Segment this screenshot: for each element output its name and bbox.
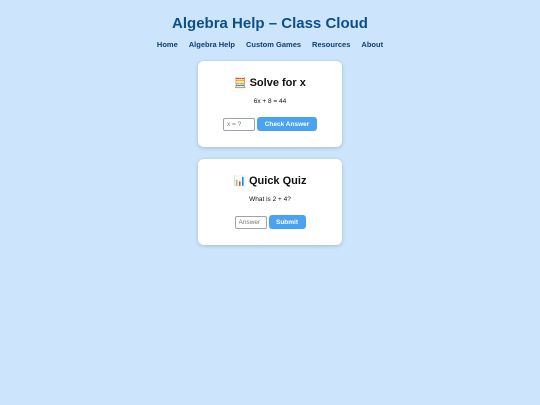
quiz-answer-input[interactable]: [234, 215, 267, 229]
nav-resources[interactable]: Resources: [312, 40, 350, 50]
check-answer-button[interactable]: Check Answer: [257, 117, 317, 131]
nav-home[interactable]: Home: [157, 40, 178, 50]
x-answer-input[interactable]: [223, 117, 255, 131]
main-nav: Home Algebra Help Custom Games Resources…: [0, 40, 540, 50]
nav-about[interactable]: About: [361, 40, 383, 50]
quiz-question-text: What is 2 + 4?: [249, 196, 291, 203]
quiz-card-heading: 📊 Quick Quiz: [198, 174, 342, 189]
nav-algebra-help[interactable]: Algebra Help: [189, 40, 235, 50]
abacus-icon: 🧮: [234, 78, 247, 89]
solve-card-title: Solve for x: [249, 77, 306, 89]
solve-card: 🧮Solve for x 6x + 8 = 44 Check Answer: [198, 61, 342, 147]
quiz-card-title: Quick Quiz: [248, 175, 307, 187]
equation-text: 6x + 8 = 44: [253, 98, 287, 105]
solve-answer-row: Check Answer: [198, 117, 342, 131]
page-title: Algebra Help – Class Cloud: [172, 15, 368, 32]
solve-card-heading: 🧮 Solve for x: [198, 76, 342, 91]
nav-custom-games[interactable]: Custom Games: [246, 40, 301, 50]
quiz-card: 📊Quick Quiz What is 2 + 4? Submit: [198, 159, 342, 245]
quiz-answer-row: Submit: [198, 215, 342, 229]
submit-button[interactable]: Submit: [268, 215, 306, 229]
bar-chart-icon: 📊: [233, 176, 246, 187]
